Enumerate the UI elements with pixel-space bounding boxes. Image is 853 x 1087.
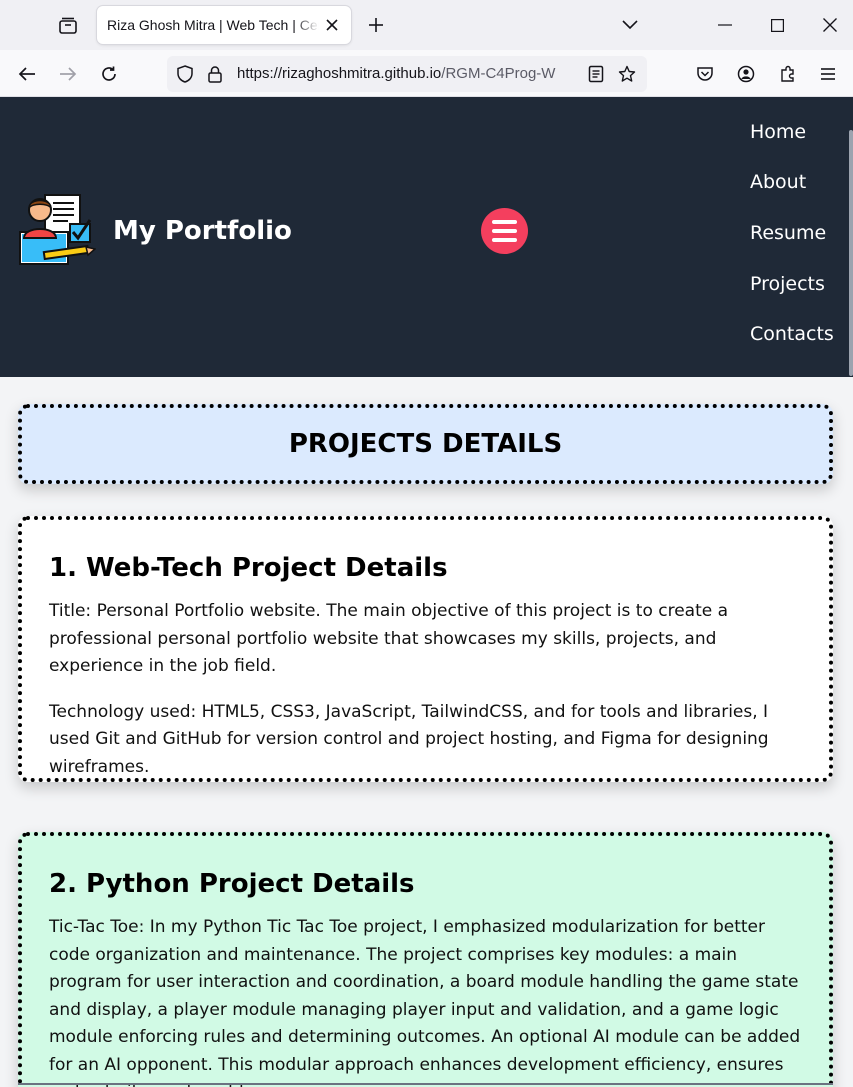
web-tech-project-card: 1. Web-Tech Project Details Title: Perso…: [18, 516, 833, 782]
navigation-toolbar: https://rizaghoshmitra.github.io/RGM-C4P…: [0, 50, 853, 97]
bookmark-star-icon[interactable]: [617, 64, 637, 84]
tab-title: Riza Ghosh Mitra | Web Tech | Cert: [107, 17, 319, 33]
back-arrow-icon[interactable]: [12, 59, 42, 89]
pocket-icon[interactable]: [690, 59, 720, 89]
browser-chrome: Riza Ghosh Mitra | Web Tech | Cert https…: [0, 0, 853, 97]
tab-overview-icon[interactable]: [54, 12, 82, 40]
viewport-bottom-edge: [18, 1083, 833, 1085]
web-tech-project-description: Title: Personal Portfolio website. The m…: [49, 601, 729, 676]
url-path: /RGM-C4Prog-W: [441, 65, 556, 82]
window-close-icon[interactable]: [817, 13, 843, 37]
nav-about-link[interactable]: About: [750, 171, 806, 193]
portfolio-logo-icon[interactable]: [18, 194, 96, 268]
nav-contacts-link[interactable]: Contacts: [750, 323, 834, 345]
app-menu-icon[interactable]: [813, 59, 843, 89]
forward-arrow-icon[interactable]: [53, 59, 83, 89]
account-icon[interactable]: [731, 59, 761, 89]
tracking-protection-shield-icon[interactable]: [175, 64, 195, 84]
site-header: My Portfolio Home About Resume Projects …: [0, 97, 853, 377]
window-maximize-icon[interactable]: [764, 13, 790, 37]
address-bar[interactable]: https://rizaghoshmitra.github.io/RGM-C4P…: [167, 56, 647, 92]
tab-active[interactable]: Riza Ghosh Mitra | Web Tech | Cert: [97, 6, 351, 44]
reload-icon[interactable]: [94, 59, 124, 89]
python-project-title: 2. Python Project Details: [49, 869, 415, 899]
nav-projects-link[interactable]: Projects: [750, 273, 825, 295]
python-project-description: Tic-Tac Toe: In my Python Tic Tac Toe pr…: [49, 917, 801, 1087]
nav-home-link[interactable]: Home: [750, 121, 806, 143]
python-project-card: 2. Python Project Details Tic-Tac Toe: I…: [18, 832, 833, 1087]
hamburger-menu-icon[interactable]: [481, 208, 528, 254]
page-scrollbar[interactable]: [849, 130, 853, 376]
web-tech-project-technology: Technology used: HTML5, CSS3, JavaScript…: [49, 701, 769, 777]
projects-heading-card: PROJECTS DETAILS: [18, 404, 833, 484]
tab-close-icon[interactable]: [323, 16, 341, 34]
new-tab-icon[interactable]: [364, 13, 388, 37]
tab-strip: Riza Ghosh Mitra | Web Tech | Cert: [0, 0, 853, 50]
url-text[interactable]: https://rizaghoshmitra.github.io/RGM-C4P…: [237, 65, 579, 82]
url-host: https://rizaghoshmitra.github.io: [237, 65, 442, 82]
window-minimize-icon[interactable]: [712, 13, 738, 37]
tab-list-chevron-icon[interactable]: [618, 13, 642, 37]
extensions-puzzle-icon[interactable]: [773, 59, 803, 89]
reader-view-icon[interactable]: [586, 64, 606, 84]
lock-icon[interactable]: [205, 64, 225, 84]
web-tech-project-title: 1. Web-Tech Project Details: [49, 553, 448, 583]
brand-title[interactable]: My Portfolio: [113, 216, 292, 246]
nav-resume-link[interactable]: Resume: [750, 222, 826, 244]
page-heading: PROJECTS DETAILS: [288, 429, 563, 459]
